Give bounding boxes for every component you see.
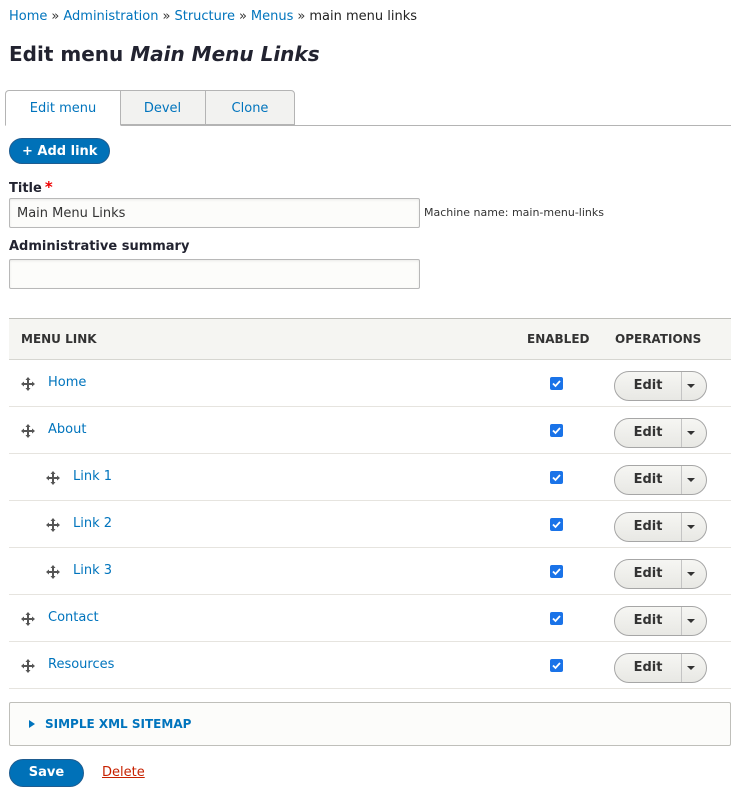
- table-row: About Edit: [9, 407, 731, 454]
- simple-xml-sitemap-details[interactable]: SIMPLE XML SITEMAP: [9, 702, 731, 746]
- caret-down-icon[interactable]: [687, 431, 695, 435]
- caret-down-icon[interactable]: [687, 525, 695, 529]
- menu-link-item[interactable]: Home: [48, 375, 86, 390]
- header-menu-link: MENU LINK: [21, 332, 97, 346]
- enabled-checkbox[interactable]: [550, 377, 563, 390]
- table-body: Home Edit About Edit Link 1 Edit Link 2 Edit Lin…: [9, 360, 731, 689]
- breadcrumb-separator: »: [238, 9, 247, 24]
- operations-dropbutton: Edit: [614, 512, 707, 542]
- breadcrumb-separator: »: [297, 9, 306, 24]
- edit-button[interactable]: Edit: [615, 372, 682, 400]
- drag-handle-icon[interactable]: [20, 376, 36, 392]
- menu-link-item[interactable]: About: [48, 422, 86, 437]
- table-row: Link 2 Edit: [9, 501, 731, 548]
- summary-field-label: Administrative summary: [9, 239, 190, 254]
- operations-dropbutton: Edit: [614, 465, 707, 495]
- caret-down-icon[interactable]: [687, 572, 695, 576]
- caret-down-icon[interactable]: [687, 666, 695, 670]
- enabled-checkbox[interactable]: [550, 424, 563, 437]
- tab-clone[interactable]: Clone: [205, 90, 295, 125]
- delete-link[interactable]: Delete: [102, 765, 145, 780]
- drag-handle-icon[interactable]: [45, 470, 61, 486]
- menu-link-item[interactable]: Link 3: [73, 563, 112, 578]
- drag-handle-icon[interactable]: [45, 517, 61, 533]
- table-row: Link 3 Edit: [9, 548, 731, 595]
- breadcrumb-structure[interactable]: Structure: [174, 9, 234, 24]
- table-row: Contact Edit: [9, 595, 731, 642]
- breadcrumb: Home» Administration» Structure» Menus» main…: [9, 9, 417, 24]
- menu-link-item[interactable]: Link 1: [73, 469, 112, 484]
- tab-devel[interactable]: Devel: [120, 90, 206, 125]
- required-marker: *: [44, 178, 53, 196]
- table-row: Link 1 Edit: [9, 454, 731, 501]
- edit-button[interactable]: Edit: [615, 560, 682, 588]
- primary-tabs: Edit menu Devel Clone: [5, 90, 731, 126]
- edit-button[interactable]: Edit: [615, 513, 682, 541]
- enabled-checkbox[interactable]: [550, 565, 563, 578]
- menu-links-table: MENU LINK ENABLED OPERATIONS Home Edit Abo…: [9, 318, 731, 689]
- tab-edit-menu[interactable]: Edit menu: [5, 90, 121, 126]
- operations-dropbutton: Edit: [614, 653, 707, 683]
- triangle-right-icon: [29, 720, 35, 728]
- operations-dropbutton: Edit: [614, 606, 707, 636]
- title-field-label: Title *: [9, 178, 53, 196]
- enabled-checkbox[interactable]: [550, 659, 563, 672]
- edit-button[interactable]: Edit: [615, 607, 682, 635]
- drag-handle-icon[interactable]: [45, 564, 61, 580]
- menu-link-item[interactable]: Contact: [48, 610, 99, 625]
- breadcrumb-administration[interactable]: Administration: [63, 9, 158, 24]
- enabled-checkbox[interactable]: [550, 518, 563, 531]
- caret-down-icon[interactable]: [687, 478, 695, 482]
- drag-handle-icon[interactable]: [20, 423, 36, 439]
- table-header: MENU LINK ENABLED OPERATIONS: [9, 318, 731, 360]
- breadcrumb-separator: »: [51, 9, 60, 24]
- breadcrumb-menus[interactable]: Menus: [251, 9, 293, 24]
- page-title: Edit menu Main Menu Links: [9, 42, 320, 66]
- enabled-checkbox[interactable]: [550, 471, 563, 484]
- header-operations: OPERATIONS: [615, 332, 702, 346]
- operations-dropbutton: Edit: [614, 559, 707, 589]
- add-link-button[interactable]: + Add link: [9, 138, 111, 164]
- menu-link-item[interactable]: Resources: [48, 657, 114, 672]
- caret-down-icon[interactable]: [687, 384, 695, 388]
- details-summary[interactable]: SIMPLE XML SITEMAP: [45, 717, 191, 731]
- caret-down-icon[interactable]: [687, 619, 695, 623]
- operations-dropbutton: Edit: [614, 418, 707, 448]
- drag-handle-icon[interactable]: [20, 611, 36, 627]
- menu-link-item[interactable]: Link 2: [73, 516, 112, 531]
- enabled-checkbox[interactable]: [550, 612, 563, 625]
- page-title-menu-name: Main Menu Links: [130, 42, 320, 66]
- drag-handle-icon[interactable]: [20, 658, 36, 674]
- breadcrumb-current: main menu links: [309, 9, 418, 24]
- title-input[interactable]: [9, 198, 420, 228]
- edit-button[interactable]: Edit: [615, 419, 682, 447]
- table-row: Home Edit: [9, 360, 731, 407]
- title-label-text: Title: [9, 181, 42, 196]
- save-button[interactable]: Save: [9, 759, 84, 787]
- breadcrumb-home[interactable]: Home: [9, 9, 47, 24]
- edit-button[interactable]: Edit: [615, 466, 682, 494]
- summary-input[interactable]: [9, 259, 420, 289]
- operations-dropbutton: Edit: [614, 371, 707, 401]
- machine-name: Machine name: main-menu-links: [424, 206, 604, 219]
- page-title-prefix: Edit menu: [9, 42, 124, 66]
- breadcrumb-separator: »: [162, 9, 171, 24]
- table-row: Resources Edit: [9, 642, 731, 689]
- header-enabled: ENABLED: [527, 332, 590, 346]
- edit-button[interactable]: Edit: [615, 654, 682, 682]
